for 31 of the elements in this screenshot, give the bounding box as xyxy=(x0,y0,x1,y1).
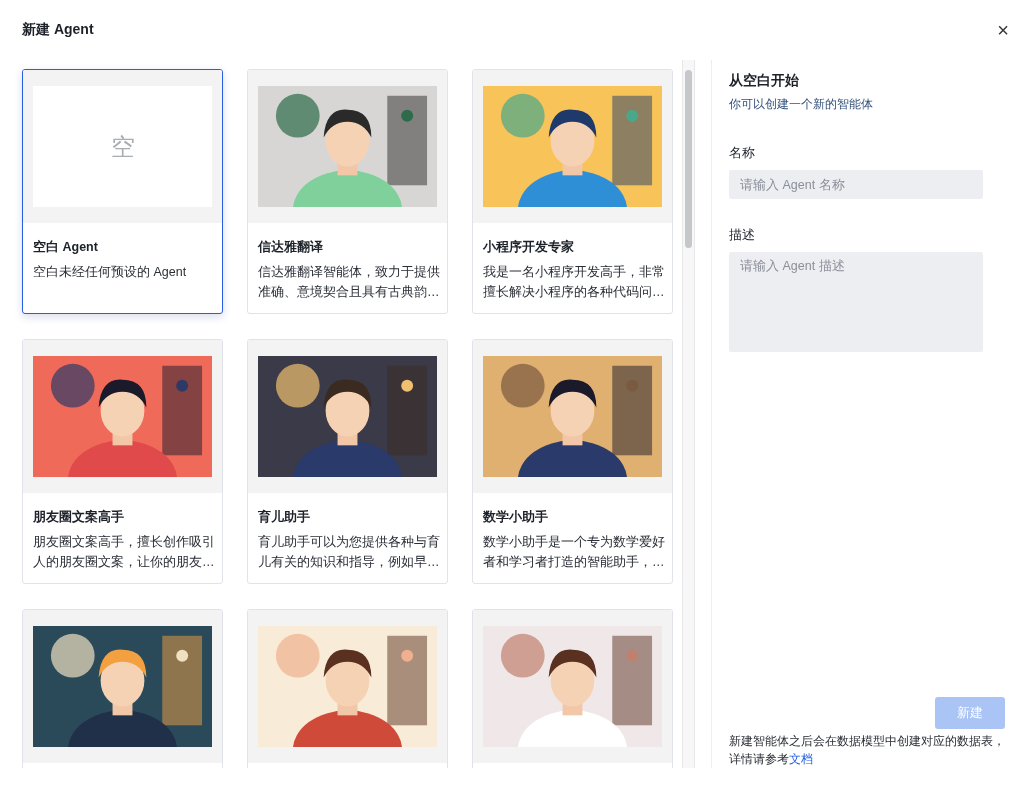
panel-subheading: 你可以创建一个新的智能体 xyxy=(729,96,874,113)
scrollbar[interactable] xyxy=(682,60,695,768)
card-description: 空白未经任何预设的 Agent xyxy=(33,264,188,281)
agent-card[interactable]: 数学小助手 数学小助手是一个专为数学爱好者和学习者打造的智能助手，… xyxy=(472,339,673,584)
card-title: 信达雅翻译 xyxy=(258,239,324,256)
dialog-title: 新建 Agent xyxy=(22,21,94,39)
agent-card[interactable]: 空 空白 Agent 空白未经任何预设的 Agent xyxy=(22,69,223,314)
card-description: 信达雅翻译智能体，致力于提供准确、意境契合且具有古典韵… xyxy=(258,264,441,301)
card-description: 我是一名小程序开发高手，非常擅长解决小程序的各种代码问… xyxy=(483,264,666,301)
card-title: 育儿助手 xyxy=(258,509,311,526)
agent-card[interactable]: 信达雅翻译 信达雅翻译智能体，致力于提供准确、意境契合且具有古典韵… xyxy=(247,69,448,314)
field-label: 名称 xyxy=(729,145,756,162)
card-title: 数学小助手 xyxy=(483,509,549,526)
card-title: 小程序开发专家 xyxy=(483,239,575,256)
card-title: 空白 Agent xyxy=(33,239,99,256)
scrollbar-thumb[interactable] xyxy=(685,70,692,248)
card-title: 朋友圈文案高手 xyxy=(33,509,125,526)
agent-card[interactable]: 小程序开发专家 我是一名小程序开发高手，非常擅长解决小程序的各种代码问… xyxy=(472,69,673,314)
name-field[interactable]: 请输入 Agent 名称 xyxy=(729,170,983,199)
footer-note: 新建智能体之后会在数据模型中创建对应的数据表，详情请参考文档 xyxy=(729,733,1006,768)
agent-card[interactable]: 育儿助手 育儿助手可以为您提供各种与育儿有关的知识和指导，例如早… xyxy=(247,339,448,584)
docs-link[interactable]: 文档 xyxy=(789,752,813,766)
agent-card[interactable]: 朋友圈文案高手 朋友圈文案高手，擅长创作吸引人的朋友圈文案，让你的朋友… xyxy=(22,339,223,584)
panel-heading: 从空白开始 xyxy=(729,72,800,90)
card-description: 数学小助手是一个专为数学爱好者和学习者打造的智能助手，… xyxy=(483,534,666,571)
close-button[interactable]: × xyxy=(993,20,1013,40)
blank-thumbnail: 空 xyxy=(33,86,212,207)
field-label: 描述 xyxy=(729,227,756,244)
card-description: 朋友圈文案高手，擅长创作吸引人的朋友圈文案，让你的朋友… xyxy=(33,534,216,571)
card-description: 育儿助手可以为您提供各种与育儿有关的知识和指导，例如早… xyxy=(258,534,441,571)
description-field[interactable]: 请输入 Agent 描述 xyxy=(729,252,983,352)
